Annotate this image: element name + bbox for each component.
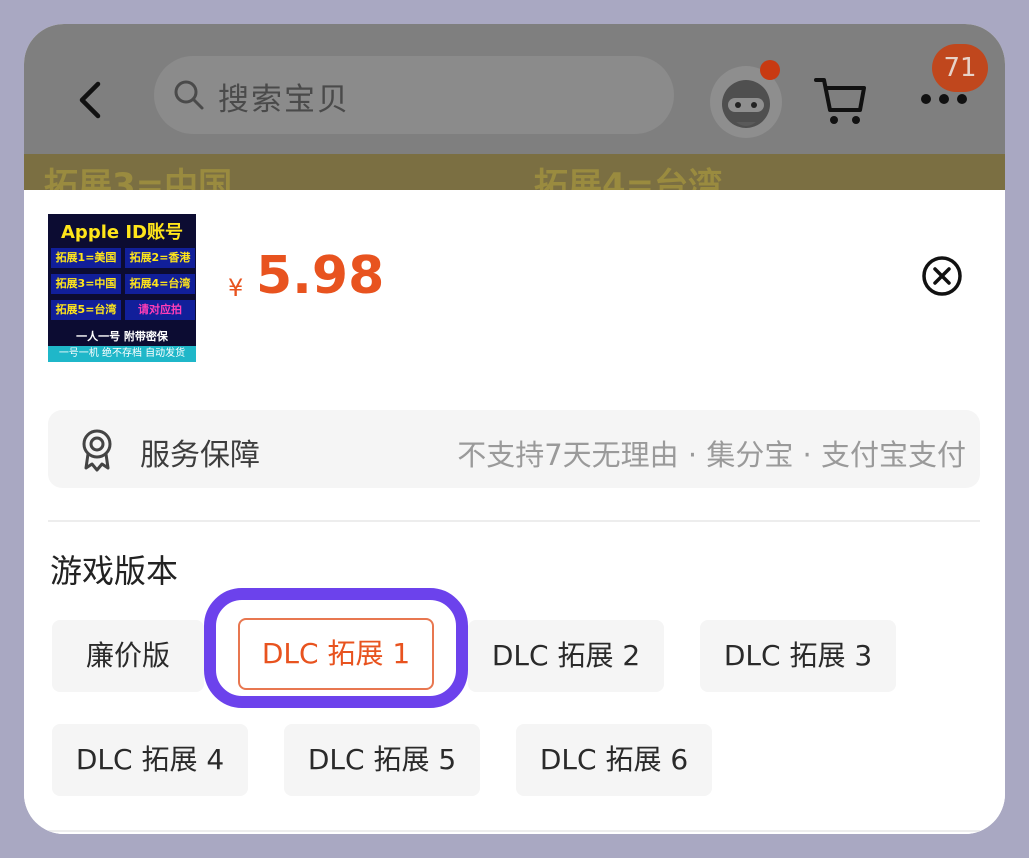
thumbnail-cell: 拓展4=台湾 [125, 274, 195, 294]
variant-option[interactable]: DLC 拓展 2 [468, 620, 664, 692]
service-label: 服务保障 [140, 438, 260, 473]
sku-selection-sheet: Apple ID账号 拓展1=美国 拓展2=香港 拓展3=中国 拓展4=台湾 拓… [24, 190, 1005, 834]
divider [48, 830, 980, 832]
service-guarantee-row[interactable]: 服务保障 不支持7天无理由 · 集分宝 · 支付宝支付 [48, 410, 980, 488]
banner-text: 拓展3=中国 [44, 166, 233, 192]
banner-text: 拓展4=台湾 [534, 166, 723, 192]
close-icon[interactable] [920, 254, 964, 298]
price: 5.98 [256, 246, 385, 306]
search-icon [174, 80, 204, 110]
notification-count-badge: 71 [932, 44, 988, 92]
variant-option[interactable]: DLC 拓展 5 [284, 724, 480, 796]
cart-icon[interactable] [814, 74, 868, 126]
dimmed-header: 拓展3=中国 拓展4=台湾 搜索宝贝 71 [24, 24, 1005, 192]
notification-dot [760, 60, 780, 80]
search-placeholder: 搜索宝贝 [218, 82, 350, 118]
thumbnail-footer: 一人一号 附带密保 [76, 330, 168, 343]
thumbnail-cell: 请对应拍 [125, 300, 195, 320]
product-thumbnail[interactable]: Apple ID账号 拓展1=美国 拓展2=香港 拓展3=中国 拓展4=台湾 拓… [48, 214, 196, 362]
search-bar[interactable]: 搜索宝贝 [154, 56, 674, 134]
service-detail: 不支持7天无理由 · 集分宝 · 支付宝支付 [457, 438, 966, 472]
product-banner: 拓展3=中国 拓展4=台湾 [24, 154, 1005, 192]
variant-option[interactable]: DLC 拓展 6 [516, 724, 712, 796]
thumbnail-cell: 拓展3=中国 [51, 274, 121, 294]
thumbnail-cell: 拓展1=美国 [51, 248, 121, 268]
back-arrow-icon[interactable] [70, 76, 114, 124]
currency-symbol: ¥ [228, 274, 244, 302]
thumbnail-cell: 拓展2=香港 [125, 248, 195, 268]
thumbnail-footer-strip: 一号一机 绝不存档 自动发货 [48, 346, 196, 362]
divider [48, 520, 980, 522]
service-badge-icon [82, 429, 112, 472]
variant-section-title: 游戏版本 [50, 552, 179, 590]
phone-screen: 拓展3=中国 拓展4=台湾 搜索宝贝 71 Apple ID账号 拓展1=美国 … [24, 24, 1005, 834]
selection-highlight-ring [204, 588, 468, 708]
variant-option[interactable]: 廉价版 [52, 620, 204, 692]
variant-option[interactable]: DLC 拓展 3 [700, 620, 896, 692]
variant-option[interactable]: DLC 拓展 4 [52, 724, 248, 796]
thumbnail-title: Apple ID账号 [61, 222, 183, 243]
thumbnail-cell: 拓展5=台湾 [51, 300, 121, 320]
